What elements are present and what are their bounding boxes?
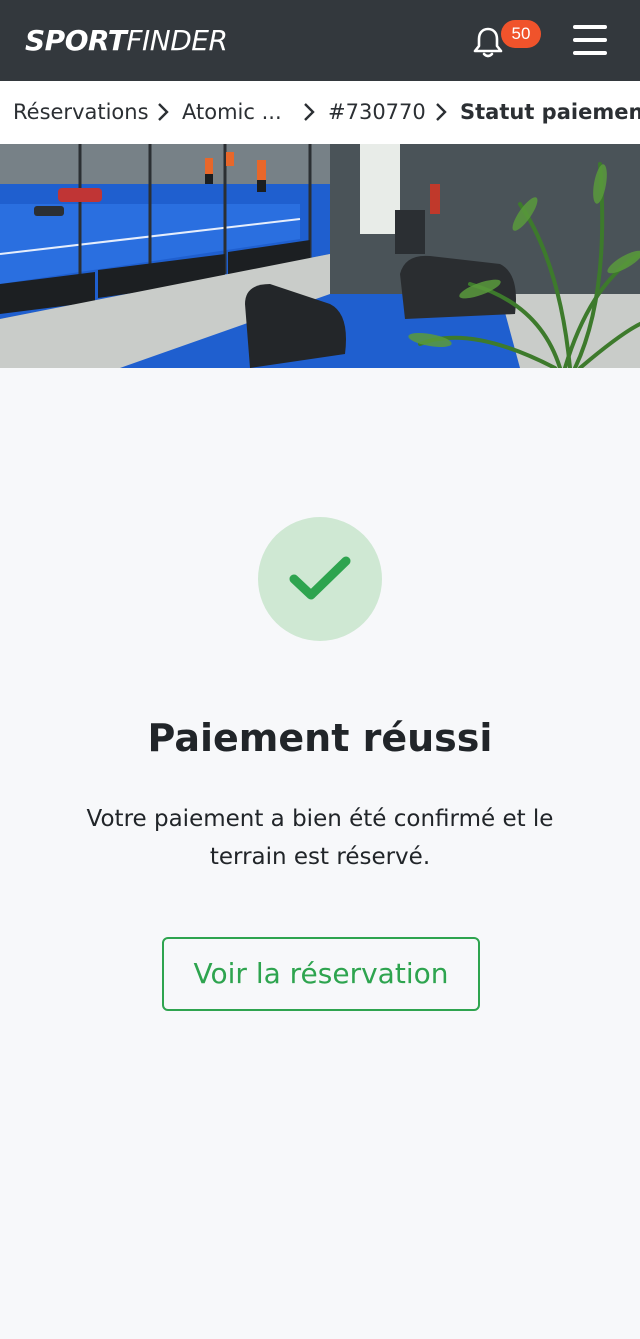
chevron-right-icon [158,103,169,121]
breadcrumb-item-club[interactable]: Atomic ... [182,98,282,126]
club-hero-image [0,144,640,368]
logo-text-bold: SPORT [25,24,127,57]
top-navigation-bar: SPORTFINDER 50 [0,0,640,81]
payment-status-title: Paiement réussi [147,716,493,760]
view-reservation-button[interactable]: Voir la réservation [162,937,480,1011]
success-status-circle [258,517,382,641]
hamburger-menu-icon[interactable] [568,20,612,60]
chevron-right-icon [304,103,315,121]
sportfinder-logo[interactable]: SPORTFINDER [25,24,228,58]
breadcrumb-item-booking-id[interactable]: #730770 [328,98,426,126]
notification-count-badge[interactable]: 50 [501,20,541,48]
breadcrumb-item-reservations[interactable]: Réservations [13,98,149,126]
chevron-right-icon [436,103,447,121]
breadcrumb: Réservations Atomic ... #730770 Statut p… [0,81,640,144]
checkmark-icon [289,556,351,600]
payment-status-message: Votre paiement a bien été confirmé et le… [86,806,554,870]
logo-text-light: FINDER [126,24,228,57]
breadcrumb-item-current: Statut paiement [460,100,640,124]
